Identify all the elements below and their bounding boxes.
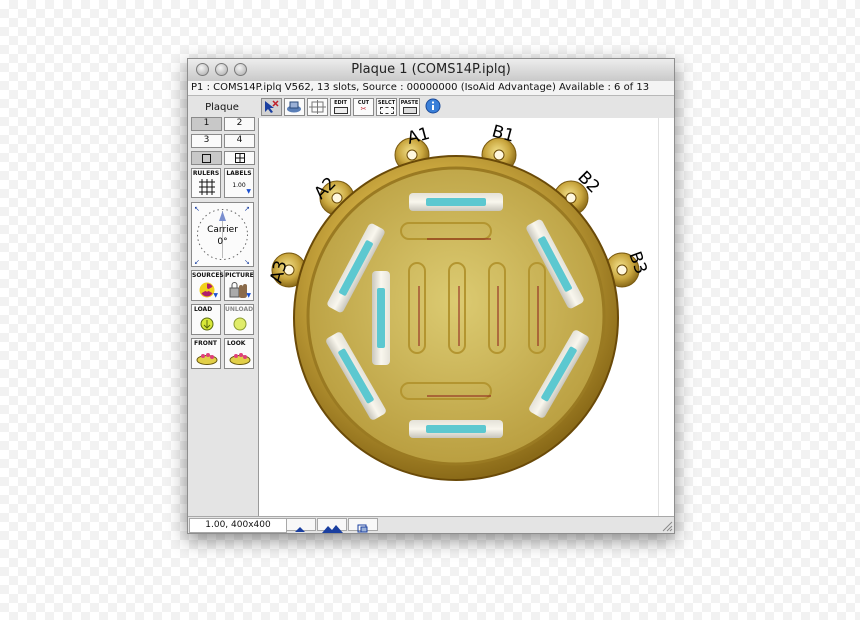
resize-grip-icon[interactable] (661, 520, 673, 532)
view-3-button[interactable]: 3 (191, 134, 222, 148)
load-icon (200, 317, 214, 331)
carrier-angle: 0° (217, 237, 228, 247)
select-arrow-tool[interactable] (261, 98, 282, 116)
cut-button[interactable]: CUT ✂ (353, 98, 374, 116)
svg-text:↗: ↗ (244, 205, 250, 213)
unload-button[interactable]: UNLOAD (224, 304, 254, 335)
view-1-label: 1 (203, 118, 210, 128)
load-button[interactable]: LOAD (191, 304, 221, 335)
plaque-window: Plaque 1 (COMS14P.iplq) P1 : COMS14P.ipl… (187, 58, 675, 534)
crosshair-tool[interactable] (307, 98, 328, 116)
front-label: FRONT (194, 340, 217, 347)
mountain-large-icon (322, 525, 343, 533)
top-toolbar: EDIT CUT ✂ SELCT PASTE (258, 96, 674, 118)
carrier-rotation-dial[interactable]: ↖ ↗ ↙ ↘ Carrier 0° (191, 202, 254, 267)
status-bar: 1.00, 400x400 (188, 516, 674, 533)
window-title: Plaque 1 (COMS14P.iplq) (351, 62, 511, 77)
load-label: LOAD (194, 306, 213, 313)
look-button[interactable]: LOOK (224, 338, 254, 369)
paste-label: PASTE (400, 100, 419, 106)
unload-icon (233, 317, 247, 331)
slot-label-a1: A1 (405, 124, 432, 149)
unload-label: UNLOAD (225, 306, 254, 313)
dropdown-arrow-icon: ▼ (246, 292, 251, 299)
move-hand-tool[interactable] (284, 98, 305, 116)
plaque-drawing: A1 B1 B2 B3 A2 A3 (267, 122, 651, 481)
left-tool-panel: Plaque 1 2 3 4 RULERS LABELS 1.00 ▼ ↖ ↗ … (188, 96, 258, 517)
look-label: LOOK (227, 340, 246, 347)
rulers-tool[interactable]: RULERS (191, 168, 221, 198)
info-button[interactable] (422, 98, 443, 116)
panel-label: Plaque (205, 102, 239, 113)
picture-label: PICTURE (225, 272, 254, 279)
crosshair-icon (309, 100, 326, 114)
dropdown-arrow-icon: ▼ (246, 188, 251, 195)
vertical-scrollbar[interactable] (658, 118, 674, 518)
view-4-label: 4 (236, 135, 243, 145)
plaque-inner (306, 166, 606, 466)
plaque-canvas[interactable]: A1 B1 B2 B3 A2 A3 (258, 118, 659, 518)
picture-tool[interactable]: PICTURE ▼ (224, 270, 254, 301)
plaque-info-text: P1 : COMS14P.iplq V562, 13 slots, Source… (188, 81, 674, 96)
dropdown-arrow-icon: ▼ (213, 292, 218, 299)
window-fit-icon (357, 524, 368, 533)
labels-label: LABELS (226, 170, 252, 177)
view-2-label: 2 (236, 118, 243, 128)
zoom-readout: 1.00, 400x400 (189, 518, 287, 533)
info-icon (425, 98, 440, 114)
view-4-button[interactable]: 4 (224, 134, 255, 148)
zoom-out-button[interactable] (286, 518, 316, 532)
fit-view-button[interactable] (348, 518, 378, 533)
grid-icon (234, 153, 245, 163)
sources-tool[interactable]: SOURCES ▼ (191, 270, 224, 301)
rulers-icon (199, 179, 215, 195)
paste-button[interactable]: PASTE (399, 98, 420, 116)
view-2-button[interactable]: 2 (224, 117, 255, 131)
single-view-button[interactable] (191, 151, 222, 165)
square-icon (202, 154, 211, 163)
svg-text:↙: ↙ (194, 258, 200, 266)
svg-text:↘: ↘ (244, 258, 250, 266)
labels-tool[interactable]: LABELS 1.00 ▼ (224, 168, 254, 198)
zoom-in-button[interactable] (317, 518, 347, 533)
front-button[interactable]: FRONT (191, 338, 221, 369)
select-icon (379, 107, 394, 114)
edit-label: EDIT (334, 100, 347, 106)
hand-drag-icon (287, 101, 301, 113)
rulers-label: RULERS (192, 170, 220, 177)
mountain-small-icon (295, 527, 305, 532)
title-bar[interactable]: Plaque 1 (COMS14P.iplq) (188, 59, 674, 82)
svg-text:↖: ↖ (194, 205, 200, 213)
sources-label: SOURCES (192, 272, 224, 279)
arrow-pointer-icon (265, 100, 279, 113)
select-label: SELCT (377, 100, 396, 106)
select-button[interactable]: SELCT (376, 98, 397, 116)
look-view-icon (229, 353, 251, 365)
carrier-label: Carrier (207, 225, 238, 235)
paste-icon (402, 107, 417, 114)
edit-icon (333, 107, 348, 114)
edit-button[interactable]: EDIT (330, 98, 351, 116)
view-3-label: 3 (203, 135, 210, 145)
front-view-icon (196, 353, 218, 365)
view-1-button[interactable]: 1 (191, 117, 222, 131)
grid-view-button[interactable] (224, 151, 255, 165)
scissors-icon: ✂ (360, 105, 367, 113)
